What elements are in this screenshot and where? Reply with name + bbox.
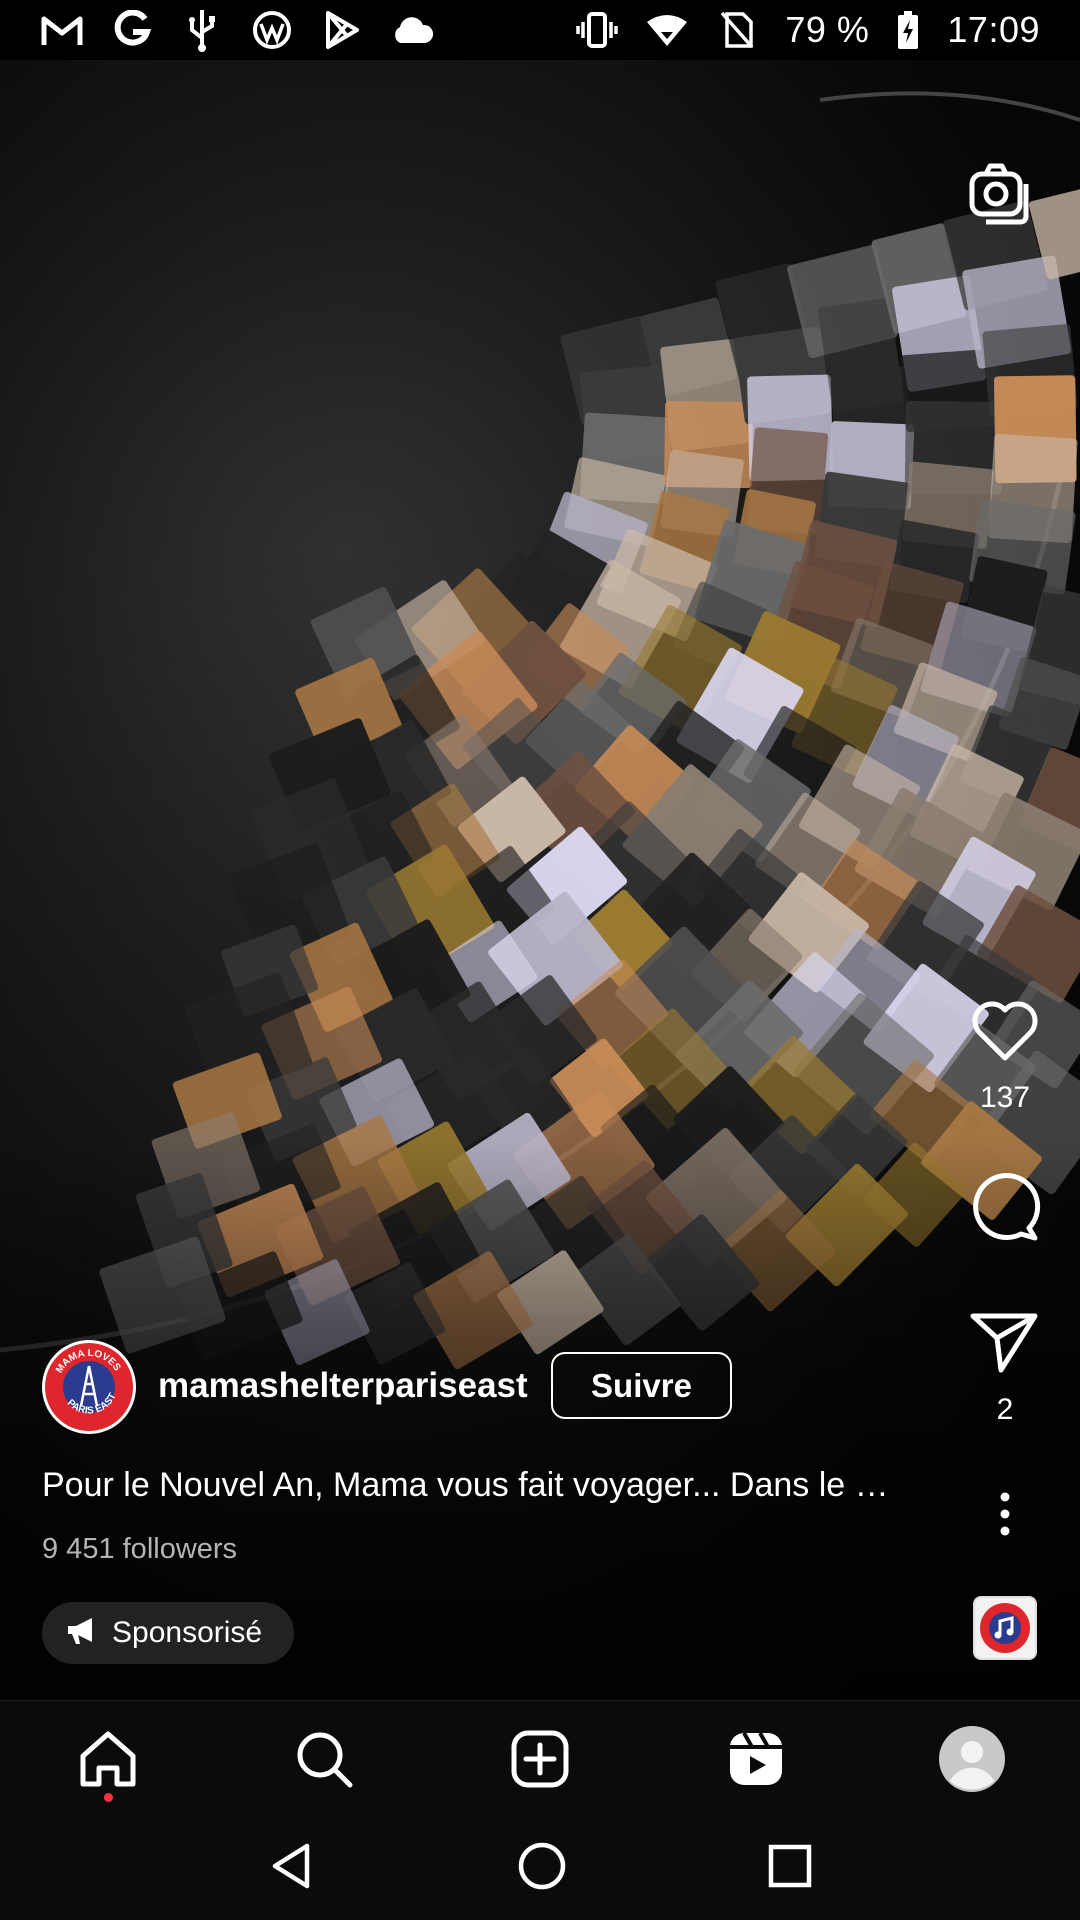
reel-video[interactable] [0, 60, 1080, 1700]
battery-charging-icon [895, 8, 921, 52]
more-vertical-icon[interactable] [995, 1492, 1015, 1541]
camera-icon[interactable] [966, 160, 1032, 226]
followers-count: 9 451 followers [42, 1533, 238, 1565]
sponsored-badge[interactable]: Sponsorisé [42, 1602, 295, 1664]
more-options[interactable] [960, 1492, 1050, 1541]
usb-icon [180, 8, 224, 52]
wordpress-icon [250, 8, 294, 52]
instagram-reels-screen: 79 % 17:09 137 2 MAMA LOVES PARIS EAST m… [0, 0, 1080, 1920]
system-nav-bar [0, 1816, 1080, 1920]
wifi-icon [645, 8, 689, 52]
clock: 17:09 [947, 9, 1040, 50]
like-group: 137 [960, 998, 1050, 1115]
home-circle-icon[interactable] [517, 1841, 567, 1896]
reels-icon[interactable] [711, 1714, 801, 1804]
status-bar: 79 % 17:09 [0, 0, 1080, 60]
heart-icon[interactable] [969, 998, 1041, 1067]
username[interactable]: mamashelterpariseast [158, 1366, 528, 1406]
bottom-nav [0, 1700, 1080, 1816]
audio-logo-icon [980, 1603, 1030, 1653]
battery-percent: 79 % [785, 9, 870, 50]
audio-thumbnail[interactable] [973, 1596, 1037, 1660]
profile-icon[interactable] [927, 1714, 1017, 1804]
cloud-icon [390, 8, 434, 52]
comment-group [960, 1172, 1050, 1249]
vibrate-icon [575, 8, 619, 52]
home-icon[interactable] [63, 1714, 153, 1804]
notification-dot [104, 1792, 113, 1802]
system-status: 79 % 17:09 [575, 8, 1040, 52]
gmail-icon [40, 8, 84, 52]
google-icon [110, 8, 154, 52]
caption[interactable]: Pour le Nouvel An, Mama vous fait voyage… [42, 1466, 932, 1505]
avatar[interactable]: MAMA LOVES PARIS EAST [42, 1340, 136, 1434]
back-icon[interactable] [267, 1841, 317, 1896]
follow-button[interactable]: Suivre [551, 1352, 732, 1419]
play-store-icon [320, 8, 364, 52]
notification-icons [40, 8, 434, 52]
share-group: 2 [960, 1310, 1050, 1427]
no-sim-icon [715, 8, 759, 52]
share-count[interactable]: 2 [997, 1393, 1014, 1427]
recents-icon[interactable] [767, 1843, 813, 1894]
share-icon[interactable] [969, 1310, 1041, 1379]
search-icon[interactable] [279, 1714, 369, 1804]
comment-icon[interactable] [969, 1172, 1041, 1249]
megaphone-icon [66, 1616, 98, 1651]
sponsored-label: Sponsorisé [112, 1616, 263, 1649]
create-icon[interactable] [495, 1714, 585, 1804]
like-count[interactable]: 137 [980, 1081, 1030, 1115]
